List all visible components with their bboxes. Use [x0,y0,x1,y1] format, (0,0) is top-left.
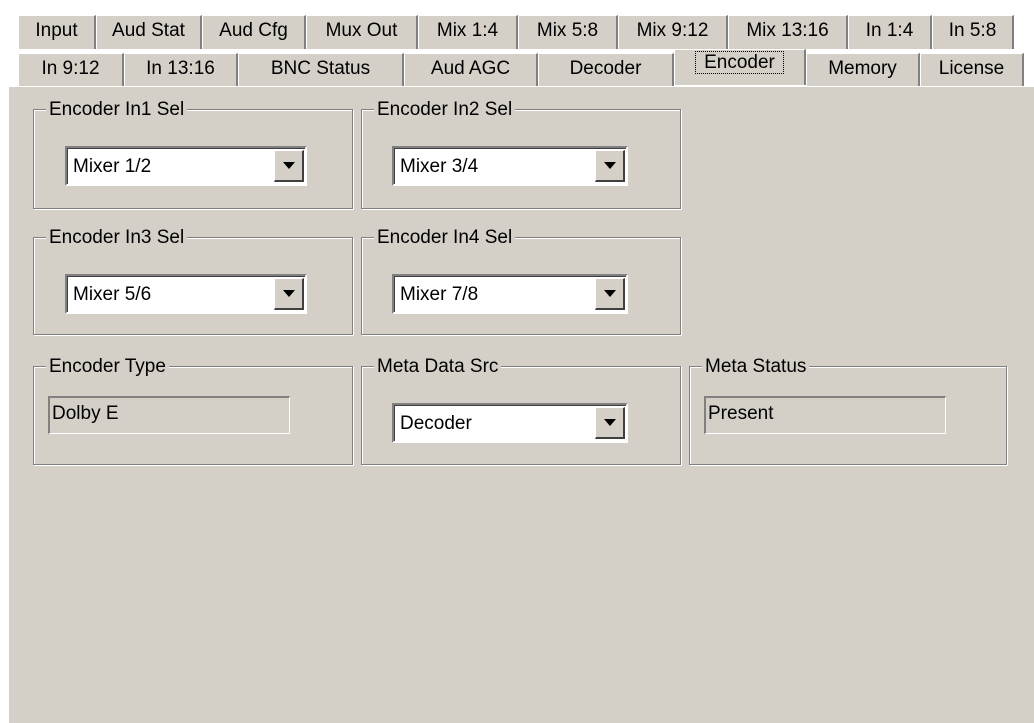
tab-in-1-4[interactable]: In 1:4 [848,15,932,49]
encoder-in4-sel-group: Encoder In4 Sel Mixer 7/8 [361,227,681,335]
meta-data-src-combo[interactable]: Decoder [392,403,628,443]
encoder-type-label: Encoder Type [46,356,169,378]
encoder-in3-sel-group: Encoder In3 Sel Mixer 5/6 [33,227,353,335]
chevron-down-icon [604,162,616,169]
tab-mix-9-12[interactable]: Mix 9:12 [618,15,728,49]
chevron-down-icon [604,290,616,297]
tab-aud-stat[interactable]: Aud Stat [96,15,202,49]
encoder-in1-dropdown-button[interactable] [274,150,304,182]
tab-in-13-16[interactable]: In 13:16 [124,53,238,87]
encoder-in4-sel-combo[interactable]: Mixer 7/8 [392,274,628,314]
tab-row-1: Input Aud Stat Aud Cfg Mux Out Mix 1:4 M… [18,15,1014,49]
tab-mux-out[interactable]: Mux Out [306,15,418,49]
encoder-in1-sel-group: Encoder In1 Sel Mixer 1/2 [33,99,353,209]
encoder-in2-sel-value: Mixer 3/4 [400,156,479,177]
tab-license[interactable]: License [920,53,1024,87]
encoder-in2-sel-combo[interactable]: Mixer 3/4 [392,146,628,186]
meta-status-field: Present [704,396,946,434]
tab-encoder[interactable]: Encoder [674,49,806,85]
encoder-in4-dropdown-button[interactable] [595,278,625,310]
encoder-tab-panel: Encoder In1 Sel Mixer 1/2 Encoder In2 Se… [8,86,1034,723]
tab-aud-agc[interactable]: Aud AGC [404,53,538,87]
tab-encoder-label: Encoder [695,51,784,74]
encoder-in1-sel-combo[interactable]: Mixer 1/2 [65,146,307,186]
tab-aud-cfg[interactable]: Aud Cfg [202,15,306,49]
tab-input[interactable]: Input [18,15,96,49]
tab-in-5-8[interactable]: In 5:8 [932,15,1014,49]
meta-status-value: Present [708,403,774,424]
encoder-in1-sel-value: Mixer 1/2 [73,156,152,177]
tab-mix-5-8[interactable]: Mix 5:8 [518,15,618,49]
meta-data-src-dropdown-button[interactable] [595,407,625,439]
encoder-type-value: Dolby E [52,403,119,424]
tab-bnc-status[interactable]: BNC Status [238,53,404,87]
meta-data-src-value: Decoder [400,413,472,434]
encoder-in4-sel-label: Encoder In4 Sel [374,227,516,249]
tab-memory[interactable]: Memory [806,53,920,87]
tab-decoder[interactable]: Decoder [538,53,674,87]
encoder-in3-sel-value: Mixer 5/6 [73,284,152,305]
tab-mix-13-16[interactable]: Mix 13:16 [728,15,848,49]
chevron-down-icon [604,419,616,426]
encoder-in4-sel-value: Mixer 7/8 [400,284,479,305]
tab-in-9-12[interactable]: In 9:12 [18,53,124,87]
meta-data-src-group: Meta Data Src Decoder [361,356,681,465]
encoder-type-field: Dolby E [48,396,290,434]
tab-row-2: In 9:12 In 13:16 BNC Status Aud AGC Deco… [18,49,1024,87]
tab-mix-1-4[interactable]: Mix 1:4 [418,15,518,49]
encoder-in2-sel-group: Encoder In2 Sel Mixer 3/4 [361,99,681,209]
chevron-down-icon [283,162,295,169]
encoder-type-group: Encoder Type Dolby E [33,356,353,465]
meta-data-src-label: Meta Data Src [374,356,502,378]
encoder-in2-sel-label: Encoder In2 Sel [374,99,516,121]
encoder-in2-dropdown-button[interactable] [595,150,625,182]
encoder-in3-dropdown-button[interactable] [274,278,304,310]
encoder-in3-sel-combo[interactable]: Mixer 5/6 [65,274,307,314]
encoder-in3-sel-label: Encoder In3 Sel [46,227,188,249]
chevron-down-icon [283,290,295,297]
encoder-in1-sel-label: Encoder In1 Sel [46,99,188,121]
meta-status-group: Meta Status Present [689,356,1007,465]
meta-status-label: Meta Status [702,356,810,378]
